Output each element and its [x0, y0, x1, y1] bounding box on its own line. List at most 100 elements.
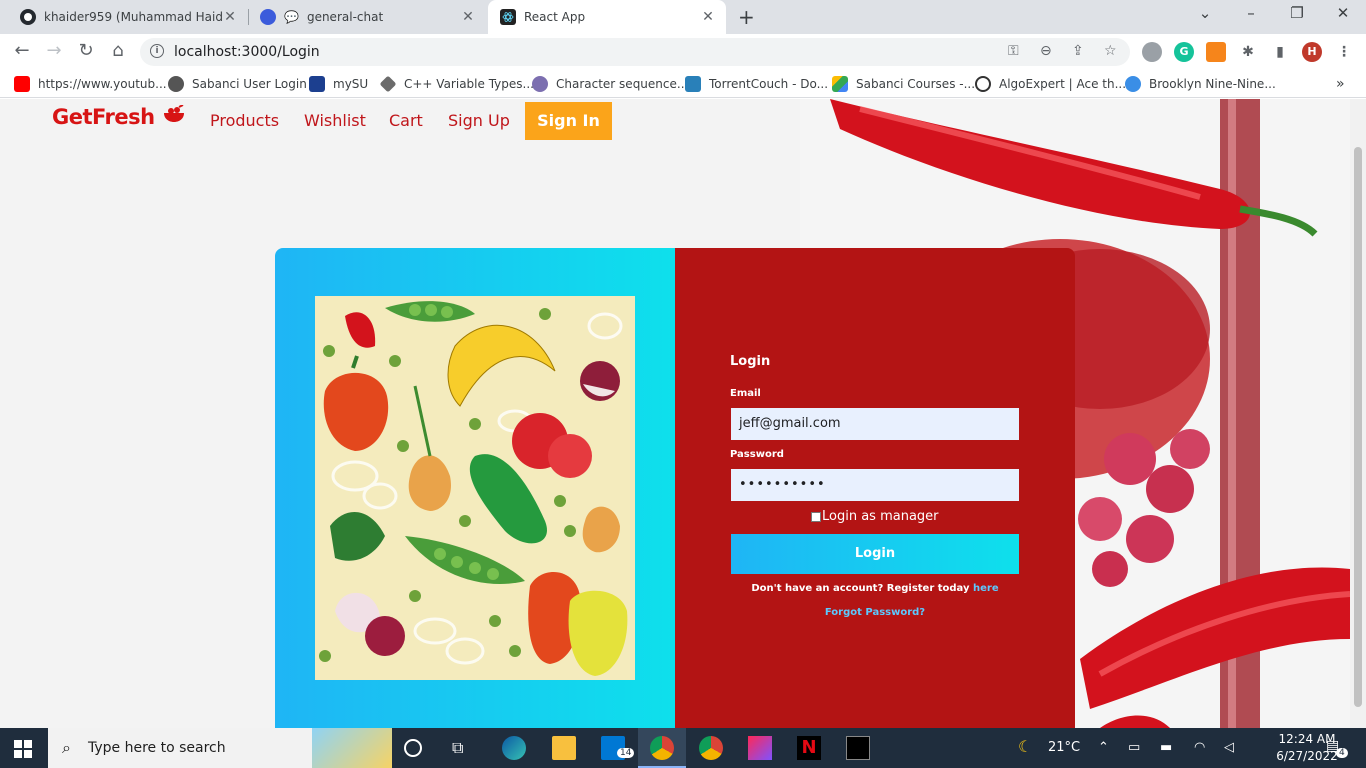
- register-prompt: Don't have an account? Register today he…: [675, 583, 1075, 594]
- brand-name: GetFresh: [52, 105, 155, 129]
- bookmark-star-icon[interactable]: ☆: [1104, 43, 1117, 59]
- tab-strip: khaider959 (Muhammad Haider ✕ 💬 general-…: [0, 0, 1366, 34]
- bookmark-label: mySU: [333, 77, 369, 91]
- show-hidden-icons-icon[interactable]: ⌃: [1098, 740, 1109, 755]
- volume-icon[interactable]: ◁: [1224, 740, 1234, 755]
- bookmark-label: C++ Variable Types...: [404, 77, 534, 91]
- cplusplus-icon: [379, 75, 397, 93]
- close-icon[interactable]: ✕: [700, 9, 716, 25]
- register-link[interactable]: here: [973, 583, 999, 594]
- email-label: Email: [730, 388, 761, 399]
- bookmark-label: Sabanci User Login: [192, 77, 307, 91]
- bookmark-item[interactable]: TorrentCouch - Do...: [685, 76, 828, 92]
- close-icon[interactable]: ✕: [222, 9, 238, 25]
- netflix-icon[interactable]: N: [797, 736, 821, 760]
- more-bookmarks-icon[interactable]: »: [1336, 76, 1345, 92]
- share-icon[interactable]: ⇪: [1072, 43, 1084, 59]
- nav-cart-link[interactable]: Cart: [389, 111, 423, 130]
- windows-start-icon[interactable]: [14, 740, 32, 758]
- forgot-password-link[interactable]: Forgot Password?: [675, 607, 1075, 618]
- maximize-icon[interactable]: ❐: [1274, 4, 1320, 22]
- extensions-icon[interactable]: ✱: [1238, 42, 1258, 62]
- tab-general-chat[interactable]: 💬 general-chat ✕: [248, 0, 486, 34]
- nav-wishlist-link[interactable]: Wishlist: [304, 111, 366, 130]
- chrome-profile-h-icon[interactable]: [650, 736, 674, 760]
- cortana-icon[interactable]: [404, 739, 422, 757]
- brand-logo[interactable]: GetFresh: [52, 104, 185, 129]
- minimize-icon[interactable]: –: [1228, 4, 1274, 22]
- close-icon[interactable]: ✕: [460, 9, 476, 25]
- weather-moon-icon[interactable]: ☾: [1018, 737, 1032, 756]
- bookmark-item[interactable]: C++ Variable Types...: [379, 75, 534, 93]
- metamask-icon[interactable]: [1206, 42, 1226, 62]
- tab-title: general-chat: [306, 10, 384, 24]
- bookmark-item[interactable]: Brooklyn Nine-Nine...: [1125, 76, 1276, 92]
- search-highlight-image: [312, 728, 392, 768]
- brooklyn-icon: [1125, 76, 1141, 92]
- tab-github[interactable]: khaider959 (Muhammad Haider ✕: [8, 0, 248, 34]
- bookmark-item[interactable]: https://www.youtub...: [14, 76, 167, 92]
- manager-checkbox[interactable]: [811, 511, 821, 522]
- login-title: Login: [730, 354, 771, 369]
- browser-toolbar: ← → ↻ ⌂ i localhost:3000/Login ⚿ ⊖ ⇪ ☆ G…: [0, 34, 1366, 70]
- temperature-text[interactable]: 21°C: [1048, 740, 1080, 755]
- grammarly-icon[interactable]: G: [1174, 42, 1194, 62]
- profile-avatar[interactable]: H: [1302, 42, 1322, 62]
- bookmark-item[interactable]: Sabanci User Login: [168, 76, 307, 92]
- nav-products-link[interactable]: Products: [210, 111, 279, 130]
- manager-checkbox-label[interactable]: Login as manager: [822, 509, 939, 524]
- site-info-icon[interactable]: i: [150, 44, 164, 58]
- message-icon: 💬: [284, 10, 299, 24]
- new-tab-icon[interactable]: +: [738, 5, 755, 29]
- nav-signup-link[interactable]: Sign Up: [448, 111, 510, 130]
- file-explorer-icon[interactable]: [552, 736, 576, 760]
- tab-search-icon[interactable]: ⌄: [1182, 4, 1228, 22]
- register-text: Don't have an account? Register today: [751, 583, 970, 594]
- bookmark-item[interactable]: mySU: [309, 76, 368, 92]
- torrentcouch-icon: [685, 76, 701, 92]
- login-form-panel: Login Email jeff@gmail.com Password ••••…: [675, 248, 1075, 728]
- bookmark-item[interactable]: AlgoExpert | Ace th...: [975, 76, 1126, 92]
- intellij-icon[interactable]: [748, 736, 772, 760]
- google-drive-icon: [832, 76, 848, 92]
- wifi-icon[interactable]: ◠: [1194, 740, 1205, 755]
- home-icon[interactable]: ⌂: [106, 40, 130, 61]
- bookmark-item[interactable]: Sabanci Courses -...: [832, 76, 975, 92]
- back-icon[interactable]: ←: [10, 40, 34, 61]
- task-view-icon[interactable]: ⧉: [452, 738, 476, 762]
- bookmark-label: AlgoExpert | Ace th...: [999, 77, 1127, 91]
- close-window-icon[interactable]: ✕: [1320, 4, 1366, 22]
- bookmark-label: Character sequence...: [556, 77, 689, 91]
- url-text: localhost:3000/Login: [174, 44, 320, 60]
- bookmark-item[interactable]: Character sequence...: [532, 76, 688, 92]
- menu-icon[interactable]: ⋮: [1334, 42, 1354, 62]
- globe-extension-icon[interactable]: [1142, 42, 1162, 62]
- chrome-icon[interactable]: [699, 736, 723, 760]
- bookmark-label: Brooklyn Nine-Nine...: [1149, 77, 1276, 91]
- reload-icon[interactable]: ↻: [74, 40, 98, 61]
- login-card: Login Email jeff@gmail.com Password ••••…: [275, 248, 1075, 728]
- terminal-icon[interactable]: [846, 736, 870, 760]
- taskbar-search-placeholder: Type here to search: [88, 740, 226, 756]
- react-icon: [500, 9, 516, 25]
- edge-icon[interactable]: [502, 736, 526, 760]
- tab-title: khaider959 (Muhammad Haider: [44, 10, 222, 24]
- key-icon[interactable]: ⚿: [1008, 43, 1019, 59]
- scrollbar-thumb[interactable]: [1354, 147, 1362, 707]
- zoom-icon[interactable]: ⊖: [1040, 43, 1052, 59]
- meet-now-icon[interactable]: ▭: [1128, 740, 1140, 755]
- mysu-icon: [309, 76, 325, 92]
- side-panel-icon[interactable]: ▮: [1270, 42, 1290, 62]
- forward-icon[interactable]: →: [42, 40, 66, 61]
- email-field[interactable]: jeff@gmail.com: [731, 408, 1019, 440]
- page-scrollbar[interactable]: [1350, 99, 1366, 728]
- tab-react-app[interactable]: React App ✕: [488, 0, 726, 34]
- address-bar[interactable]: i localhost:3000/Login ⚿ ⊖ ⇪ ☆: [140, 38, 1130, 66]
- taskbar-search-box[interactable]: ⌕ Type here to search: [48, 728, 392, 768]
- password-field[interactable]: ••••••••••: [731, 469, 1019, 501]
- bookmarks-bar: https://www.youtub... Sabanci User Login…: [0, 70, 1366, 98]
- login-submit-button[interactable]: Login: [731, 534, 1019, 574]
- signin-button[interactable]: Sign In: [525, 102, 612, 140]
- battery-icon[interactable]: ▬: [1160, 740, 1172, 755]
- youtube-icon: [14, 76, 30, 92]
